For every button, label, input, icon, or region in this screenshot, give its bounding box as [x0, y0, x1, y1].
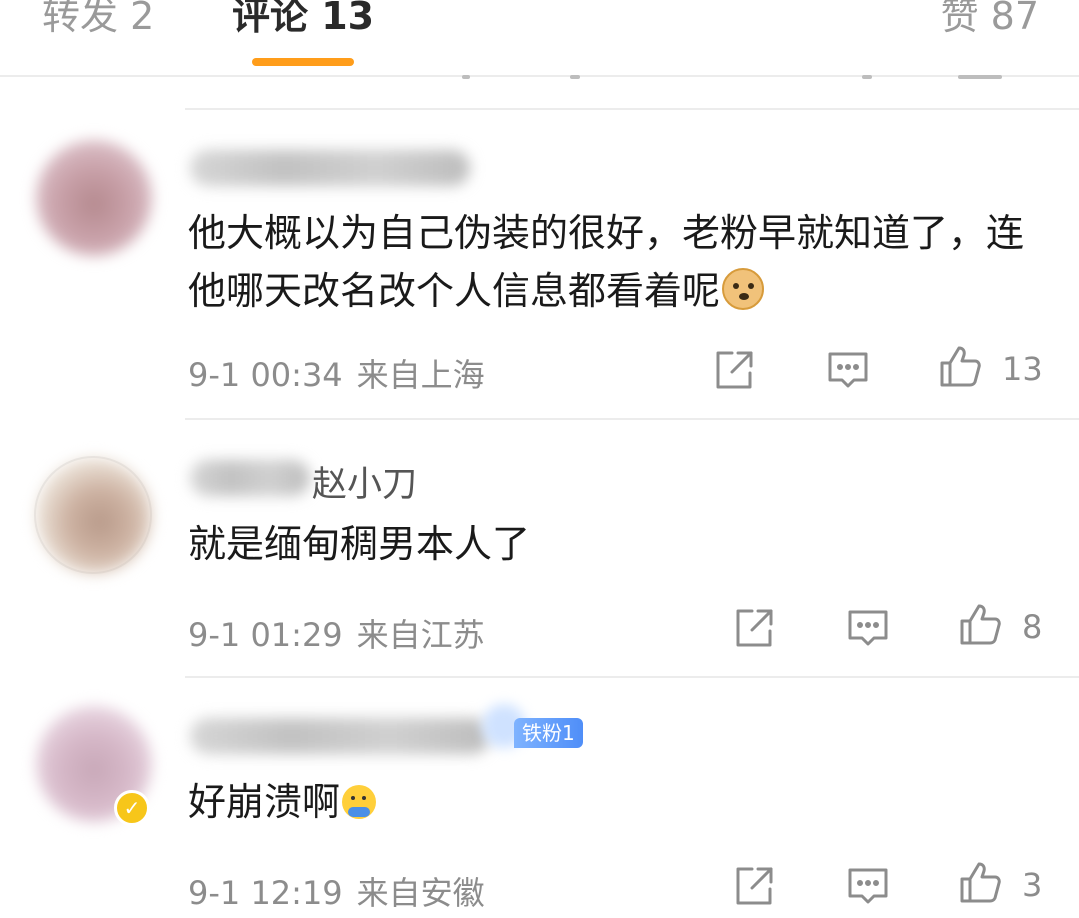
- share-icon[interactable]: [732, 606, 776, 650]
- comment-time: 9-1 00:34: [188, 356, 343, 394]
- share-icon[interactable]: [732, 864, 776, 908]
- like-count: 13: [1002, 350, 1043, 388]
- tab-comments[interactable]: 评论 13: [232, 0, 374, 46]
- avatar[interactable]: [36, 140, 152, 256]
- verified-badge-icon: ✓: [114, 790, 150, 826]
- like-count: 3: [1022, 866, 1043, 904]
- comment-meta: 9-1 00:34 来自上海: [188, 350, 485, 396]
- fan-level-badge[interactable]: 铁粉1: [514, 718, 583, 748]
- username[interactable]: [190, 718, 490, 754]
- comment-icon[interactable]: [846, 606, 890, 650]
- comment-time: 9-1 01:29: [188, 616, 343, 654]
- username-visible-part[interactable]: 赵小刀: [312, 456, 417, 507]
- active-tab-indicator: [252, 58, 354, 66]
- comment-meta: 9-1 01:29 来自江苏: [188, 610, 485, 656]
- scrolled-action-row-remnant: [0, 75, 1079, 81]
- comment-item: 赵小刀 就是缅甸稠男本人了 9-1 01:29 来自江苏 8: [0, 420, 1079, 676]
- comment-icon[interactable]: [826, 348, 870, 392]
- comment-item: 他大概以为自己伪装的很好，老粉早就知道了，连他哪天改名改个人信息都看着呢 9-1…: [0, 110, 1079, 420]
- comment-body: 就是缅甸稠男本人了: [188, 522, 531, 566]
- like-icon[interactable]: [938, 344, 982, 388]
- collapse-emoji-icon: [342, 785, 377, 819]
- like-icon[interactable]: [958, 860, 1002, 904]
- comment-body: 他大概以为自己伪装的很好，老粉早就知道了，连他哪天改名改个人信息都看着呢: [188, 211, 1025, 313]
- comment-body: 好崩溃啊: [188, 780, 341, 824]
- comment-text: 好崩溃啊: [188, 773, 1048, 831]
- comment-icon[interactable]: [846, 864, 890, 908]
- comment-time: 9-1 12:19: [188, 874, 343, 912]
- comment-location: 来自上海: [356, 356, 485, 394]
- username[interactable]: [190, 150, 470, 186]
- share-icon[interactable]: [712, 348, 756, 392]
- username[interactable]: [190, 460, 310, 496]
- comment-text: 他大概以为自己伪装的很好，老粉早就知道了，连他哪天改名改个人信息都看着呢: [188, 204, 1048, 320]
- avatar[interactable]: [36, 458, 152, 574]
- like-count: 8: [1022, 608, 1043, 646]
- comment-tabs: 转发 2 评论 13 赞 87: [0, 0, 1079, 77]
- comment-location: 来自江苏: [356, 616, 485, 654]
- comment-text: 就是缅甸稠男本人了: [188, 515, 1048, 573]
- tab-reposts[interactable]: 转发 2: [42, 0, 154, 46]
- like-icon[interactable]: [958, 602, 1002, 646]
- comment-location: 来自安徽: [356, 874, 485, 912]
- comment-item: ✓ 铁粉1 好崩溃啊 9-1 12:19 来自安徽 3: [0, 678, 1079, 918]
- comment-meta: 9-1 12:19 来自安徽: [188, 868, 485, 914]
- tab-likes[interactable]: 赞 87: [941, 0, 1039, 46]
- doge-emoji-icon: [722, 268, 765, 310]
